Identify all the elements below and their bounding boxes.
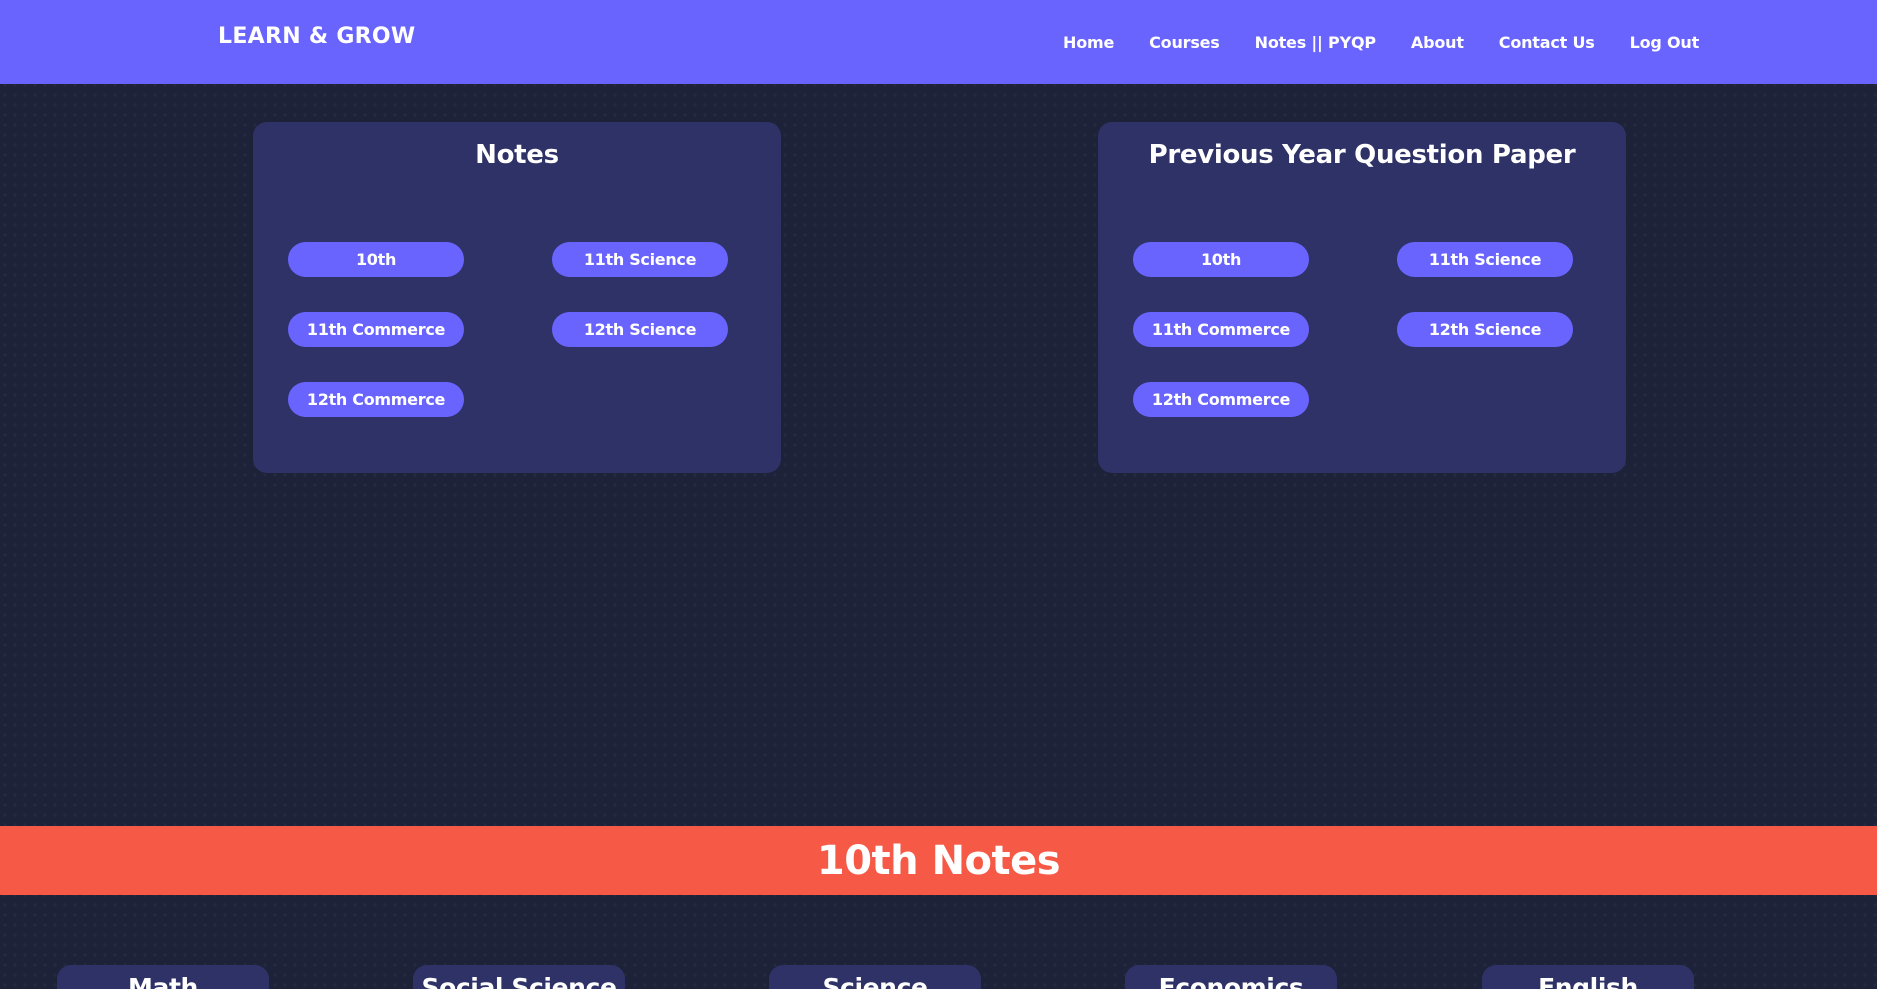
brand-logo[interactable]: LEARN & GROW [218,24,416,49]
notes-card-title: Notes [475,140,559,170]
nav-contact-link[interactable]: Contact Us [1499,33,1595,52]
subject-card-english[interactable]: English [1482,965,1694,989]
subject-card-economics[interactable]: Economics [1125,965,1337,989]
nav-logout-link[interactable]: Log Out [1630,33,1700,52]
subject-card-science[interactable]: Science [769,965,981,989]
pyqp-11th-commerce-button[interactable]: 11th Commerce [1133,312,1309,347]
pyqp-10th-button[interactable]: 10th [1133,242,1309,277]
top-navbar: LEARN & GROW Home Courses Notes || PYQP … [0,0,1877,84]
main-nav: Home Courses Notes || PYQP About Contact… [1063,0,1699,84]
nav-notes-pyqp-link[interactable]: Notes || PYQP [1255,33,1376,52]
nav-about-link[interactable]: About [1411,33,1464,52]
nav-courses-link[interactable]: Courses [1149,33,1220,52]
notes-10th-button[interactable]: 10th [288,242,464,277]
pyqp-12th-science-button[interactable]: 12th Science [1397,312,1573,347]
pyqp-11th-science-button[interactable]: 11th Science [1397,242,1573,277]
section-banner: 10th Notes [0,826,1877,895]
nav-home-link[interactable]: Home [1063,33,1114,52]
pyqp-card: Previous Year Question Paper 10th 11th S… [1098,122,1626,473]
notes-12th-science-button[interactable]: 12th Science [552,312,728,347]
section-title: 10th Notes [816,837,1061,884]
pyqp-12th-commerce-button[interactable]: 12th Commerce [1133,382,1309,417]
notes-card: Notes 10th 11th Science 11th Commerce 12… [253,122,781,473]
subject-card-social-science[interactable]: Social Science [413,965,625,989]
subject-card-math[interactable]: Math [57,965,269,989]
pyqp-card-title: Previous Year Question Paper [1148,140,1576,170]
notes-12th-commerce-button[interactable]: 12th Commerce [288,382,464,417]
notes-11th-science-button[interactable]: 11th Science [552,242,728,277]
notes-11th-commerce-button[interactable]: 11th Commerce [288,312,464,347]
